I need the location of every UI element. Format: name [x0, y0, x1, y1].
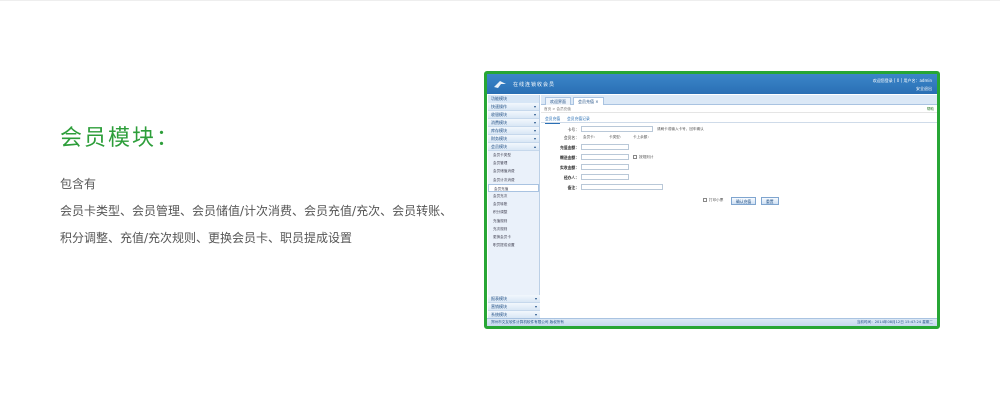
logout-link[interactable]: 安全退出 — [916, 86, 932, 92]
footer-copyright: 郑州市文友软件计算机软件有限公司 版权所有 — [491, 320, 565, 324]
sidebar-item[interactable]: 会员转账 — [488, 200, 539, 208]
member-label: 会员名： — [563, 135, 579, 140]
sidebar-title: 功能模块 — [488, 95, 539, 103]
paid-input[interactable] — [581, 164, 629, 170]
sidebar-item[interactable]: 会员储值消费 — [488, 167, 539, 175]
sidebar-item-active[interactable]: 会员充值 — [488, 183, 539, 192]
footer-datetime: 当前时间：2014年08月12日 15:47:24 星期二 — [856, 320, 933, 324]
balance-label: 卡上余额： — [633, 135, 651, 139]
sidebar-item[interactable]: 充值规则 — [488, 217, 539, 225]
sidebar-group-label: 快速操作 — [491, 104, 507, 109]
sidebar-group-label: 财务模块 — [491, 136, 507, 141]
chevron-up-icon: ▴ — [533, 144, 536, 149]
print-receipt-label: 打印小票 — [709, 198, 724, 202]
sidebar-group-label: 收银模块 — [491, 112, 507, 117]
chevron-down-icon: ▾ — [533, 136, 536, 141]
confirm-recharge-button[interactable]: 确认充值 — [731, 197, 757, 205]
card-label: 卡号： — [567, 127, 579, 132]
tab-member-recharge[interactable]: 会员充值 × — [573, 97, 604, 105]
sidebar-group[interactable]: 报表模块 ▾ — [488, 295, 540, 303]
top-divider — [0, 0, 1000, 1]
card-type-label: 卡类型： — [609, 135, 624, 139]
chevron-down-icon: ▾ — [533, 128, 536, 133]
sidebar-group-label: 报表模块 — [491, 296, 507, 301]
reset-button[interactable]: 重置 — [761, 197, 779, 205]
subtab-recharge-records[interactable]: 会员充值记录 — [567, 115, 590, 123]
sidebar-item[interactable]: 会员充次 — [488, 192, 539, 200]
member-card-label: 会员卡： — [583, 135, 598, 139]
sidebar-item[interactable]: 会员卡类型 — [488, 151, 539, 159]
sidebar-group-label: 库存模块 — [491, 128, 507, 133]
card-input[interactable] — [581, 126, 653, 132]
remark-input[interactable] — [581, 184, 663, 190]
sidebar-group[interactable]: 财务模块 ▾ — [488, 135, 539, 143]
amount-input[interactable] — [581, 144, 629, 150]
sidebar-group[interactable]: 营销模块 ▾ — [488, 303, 540, 311]
subtab-bar: 会员充值 会员充值记录 — [541, 113, 937, 124]
staff-label: 经办人： — [563, 175, 579, 180]
sidebar-bottom-groups: 报表模块 ▾ 营销模块 ▾ 系统模块 ▾ — [488, 295, 540, 319]
sidebar-group-label: 营销模块 — [491, 304, 507, 309]
staff-select[interactable] — [581, 174, 629, 180]
subtab-recharge[interactable]: 会员充值 — [545, 115, 561, 124]
paid-label: 实收金额： — [560, 165, 579, 170]
sidebar-group-label: 消费模块 — [491, 120, 507, 125]
sidebar-item[interactable]: 更换会员卡 — [488, 233, 539, 241]
app-footer: 郑州市文友软件计算机软件有限公司 版权所有 当前时间：2014年08月12日 1… — [487, 318, 937, 326]
page: 会员模块： 包含有 会员卡类型、会员管理、会员储值/计次消费、会员充值/充次、会… — [0, 0, 1000, 400]
header-user-info: 欢迎您登录 [ 0 ] 用户名：admin — [872, 78, 932, 83]
sidebar-group-label: 会员模块 — [491, 144, 507, 149]
sidebar-item[interactable]: 会员计次消费 — [488, 176, 539, 184]
app-header: 在线连锁收会员 欢迎您登录 [ 0 ] 用户名：admin 安全退出 — [487, 74, 937, 94]
sidebar-group[interactable]: 消费模块 ▾ — [488, 119, 539, 127]
amount-label: 充值金额： — [560, 145, 579, 150]
app-title: 在线连锁收会员 — [513, 82, 556, 88]
tab-label: 会员充值 — [578, 99, 594, 104]
sidebar-item[interactable]: 职员提成设置 — [488, 241, 539, 249]
remark-label: 备注： — [567, 185, 579, 190]
recharge-form: 卡号： 请刷卡或输入卡号，回车确认 会员名： 会员卡： 卡类型： 卡上余额： 充… — [541, 125, 937, 305]
sidebar: 功能模块 快速操作 ▾ 收银模块 ▾ 消费模块 ▾ 库存模块 ▾ 财务模块 ▾ 会员模块 ▴… — [488, 95, 540, 319]
sidebar-group[interactable]: 库存模块 ▾ — [488, 127, 539, 135]
promo-description: 会员卡类型、会员管理、会员储值/计次消费、会员充值/充次、会员转账、积分调整、充… — [60, 204, 453, 245]
breadcrumb-text: 首页 > 会员充值 — [544, 107, 571, 111]
card-hint: 请刷卡或输入卡号，回车确认 — [657, 127, 704, 131]
sidebar-item[interactable]: 充次规则 — [488, 225, 539, 233]
sidebar-group[interactable]: 快速操作 ▾ — [488, 103, 539, 111]
sidebar-item[interactable]: 积分调整 — [488, 208, 539, 216]
chevron-down-icon: ▾ — [533, 104, 536, 109]
close-icon[interactable]: × — [595, 99, 598, 104]
promo-title: 会员模块： — [60, 126, 181, 151]
promo-subtitle: 包含有 — [60, 177, 97, 191]
sidebar-item[interactable]: 会员管理 — [488, 159, 539, 167]
main-content: 欢迎界面 会员充值 × 首页 > 会员充值 帮助 会员充值 会员充值记录 卡号：… — [541, 95, 937, 319]
help-link[interactable]: 帮助 — [927, 105, 934, 113]
logo-icon — [494, 81, 506, 88]
chevron-down-icon: ▾ — [533, 120, 536, 125]
breadcrumb: 首页 > 会员充值 帮助 — [541, 105, 937, 113]
chevron-down-icon: ▾ — [534, 296, 537, 301]
sidebar-group[interactable]: 收银模块 ▾ — [488, 111, 539, 119]
tab-bar: 欢迎界面 会员充值 × — [541, 95, 937, 105]
sidebar-group-member[interactable]: 会员模块 ▴ — [488, 143, 539, 151]
app-screenshot: 在线连锁收会员 欢迎您登录 [ 0 ] 用户名：admin 安全退出 功能模块 … — [484, 71, 940, 329]
chevron-down-icon: ▾ — [533, 112, 536, 117]
tab-welcome[interactable]: 欢迎界面 — [545, 97, 571, 105]
gift-label: 赠送金额： — [560, 155, 579, 160]
gift-rule-checkbox[interactable] — [633, 155, 637, 159]
print-receipt-checkbox[interactable] — [703, 198, 707, 202]
sidebar-group-label: 系统模块 — [491, 312, 507, 317]
chevron-down-icon: ▾ — [534, 304, 537, 309]
gift-rule-label: 按规则计 — [639, 155, 654, 159]
gift-input[interactable] — [581, 154, 629, 160]
